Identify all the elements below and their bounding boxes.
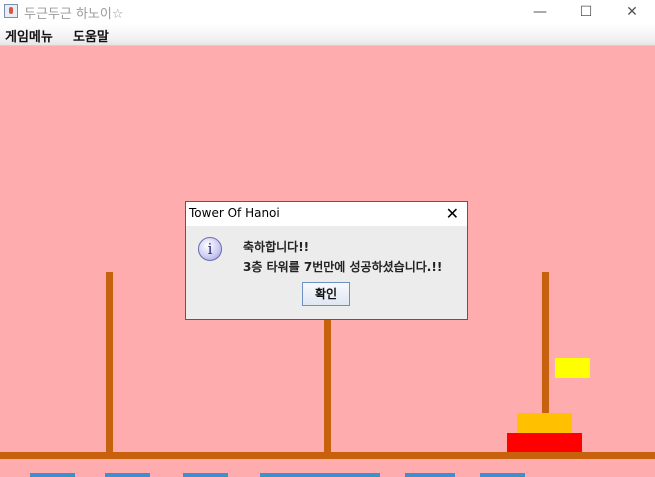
close-icon[interactable]: ✕ — [609, 0, 655, 24]
taskbar-segment — [405, 473, 455, 477]
disk-large[interactable] — [507, 433, 582, 453]
maximize-icon[interactable]: ☐ — [563, 0, 609, 24]
taskbar-segment — [260, 473, 380, 477]
disk-small[interactable] — [555, 358, 590, 378]
dialog-titlebar[interactable]: Tower Of Hanoi ✕ — [186, 202, 467, 226]
info-icon: i — [198, 237, 222, 261]
menu-help[interactable]: 도움말 — [73, 26, 109, 45]
java-cup-icon — [4, 4, 18, 18]
window-title: 두근두근 하노이☆ — [24, 7, 124, 22]
close-icon[interactable]: ✕ — [446, 204, 459, 223]
dialog-title: Tower Of Hanoi — [189, 206, 280, 220]
menu-game[interactable]: 게임메뉴 — [5, 26, 53, 45]
peg-1[interactable] — [106, 272, 113, 453]
taskbar-segment — [105, 473, 150, 477]
tower-base — [0, 452, 655, 459]
taskbar-segment — [30, 473, 75, 477]
ok-button[interactable]: 확인 — [302, 282, 350, 306]
dialog-message-line1: 축하합니다!! — [243, 240, 310, 254]
message-dialog: Tower Of Hanoi ✕ i 축하합니다!! 3층 타워를 7번만에 성… — [185, 201, 468, 320]
dialog-message-line2: 3층 타워를 7번만에 성공하셨습니다.!! — [243, 260, 443, 274]
disk-medium[interactable] — [517, 413, 572, 433]
menu-bar: 게임메뉴 도움말 — [0, 24, 655, 46]
minimize-icon[interactable]: — — [517, 0, 563, 24]
taskbar-segment — [480, 473, 525, 477]
window-titlebar: 두근두근 하노이☆ — ☐ ✕ — [0, 0, 655, 24]
taskbar-segment — [183, 473, 228, 477]
